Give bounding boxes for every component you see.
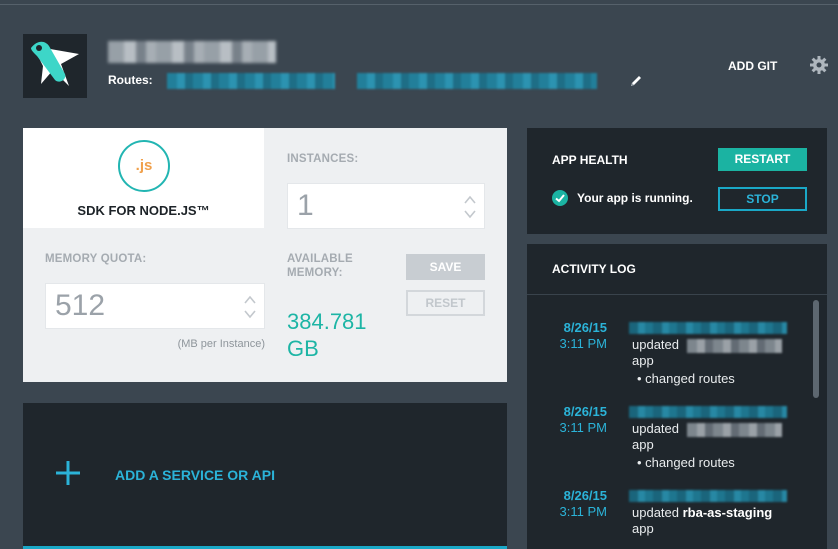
log-divider <box>527 294 827 295</box>
nodejs-icon: .js <box>118 140 170 192</box>
memory-quota-label: MEMORY QUOTA: <box>45 253 147 265</box>
app-status-text: Your app is running. <box>577 191 693 205</box>
log-time: 3:11 PM <box>559 336 607 351</box>
runtime-config-panel: .js SDK FOR NODE.JS™ INSTANCES: 1 MEMORY… <box>23 128 507 382</box>
restart-button[interactable]: RESTART <box>718 148 807 171</box>
log-date: 8/26/15 <box>563 404 607 419</box>
log-change-text: changed routes <box>645 371 735 386</box>
log-entry: 8/26/15 3:11 PM updated rba-as-staging a… <box>527 488 827 548</box>
log-app-suffix: app <box>632 437 654 452</box>
pencil-icon[interactable] <box>628 73 644 89</box>
log-app-suffix: app <box>632 521 654 536</box>
log-user-redacted <box>629 490 787 502</box>
log-app-redacted <box>687 423 782 437</box>
routes-label: Routes: <box>108 73 153 87</box>
log-user-redacted <box>629 406 787 418</box>
plus-icon[interactable] <box>54 459 82 487</box>
add-service-link[interactable]: ADD A SERVICE OR API <box>115 467 275 483</box>
log-date: 8/26/15 <box>563 488 607 503</box>
log-action-line: updated rba-as-staging <box>632 505 772 520</box>
log-action: updated <box>632 421 679 436</box>
sdk-badge: .js <box>135 157 153 174</box>
log-change-text: changed routes <box>645 455 735 470</box>
log-entry: 8/26/15 3:11 PM updated app • changed ro… <box>527 404 827 488</box>
activity-log-title: ACTIVITY LOG <box>552 262 636 276</box>
memory-unit-note: (MB per Instance) <box>177 338 265 350</box>
reset-button[interactable]: RESET <box>406 290 485 316</box>
log-time: 3:11 PM <box>559 420 607 435</box>
log-app-redacted <box>687 339 782 353</box>
log-action: updated <box>632 337 679 352</box>
log-action: updated <box>632 505 679 520</box>
instances-value: 1 <box>297 189 314 222</box>
available-memory-label: AVAILABLE MEMORY: <box>287 253 353 279</box>
log-change: • changed routes <box>637 371 735 386</box>
log-app-name[interactable]: rba-as-staging <box>683 505 773 520</box>
check-circle-icon <box>552 190 568 206</box>
spinner-arrows-icon[interactable] <box>464 194 476 220</box>
log-date: 8/26/15 <box>563 320 607 335</box>
gear-icon[interactable] <box>809 55 829 75</box>
stop-button[interactable]: STOP <box>718 187 807 211</box>
app-logo <box>23 34 87 98</box>
spinner-arrows-icon[interactable] <box>244 294 256 320</box>
route-link-redacted[interactable] <box>357 73 597 89</box>
save-button[interactable]: SAVE <box>406 254 485 280</box>
add-service-panel: ADD A SERVICE OR API <box>23 403 507 549</box>
add-git-button[interactable]: ADD GIT <box>728 59 777 73</box>
instances-stepper[interactable]: 1 <box>287 183 485 229</box>
memory-quota-value: 512 <box>55 289 106 322</box>
rocket-logo-icon <box>31 41 79 86</box>
app-dashboard: Routes: ADD GIT .js SDK FOR NODE.JS™ INS… <box>0 0 838 549</box>
route-link-redacted[interactable] <box>167 73 335 89</box>
sdk-tile[interactable]: .js SDK FOR NODE.JS™ <box>23 128 264 228</box>
log-time: 3:11 PM <box>559 504 607 519</box>
app-name-redacted <box>108 41 276 63</box>
available-memory-value: 384.781 GB <box>287 309 367 361</box>
log-entry: 8/26/15 3:11 PM updated app • changed ro… <box>527 320 827 404</box>
instances-label: INSTANCES: <box>287 153 359 165</box>
top-divider <box>0 4 838 5</box>
log-change: • changed routes <box>637 455 735 470</box>
log-user-redacted <box>629 322 787 334</box>
log-app-suffix: app <box>632 353 654 368</box>
sdk-name: SDK FOR NODE.JS™ <box>77 203 210 218</box>
log-scrollbar[interactable] <box>813 300 819 398</box>
app-health-title: APP HEALTH <box>552 153 628 167</box>
app-health-panel: APP HEALTH RESTART Your app is running. … <box>527 128 827 234</box>
memory-quota-stepper[interactable]: 512 <box>45 283 265 329</box>
activity-log-panel: ACTIVITY LOG 8/26/15 3:11 PM updated app… <box>527 244 827 549</box>
